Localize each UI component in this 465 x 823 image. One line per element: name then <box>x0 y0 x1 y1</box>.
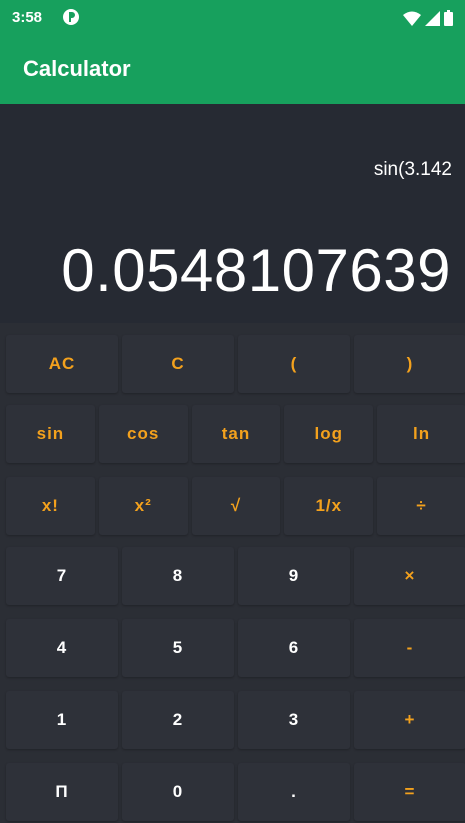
digit-4-button[interactable]: 4 <box>6 619 118 677</box>
digit-7-button[interactable]: 7 <box>6 547 118 605</box>
expression-text: sin(3.142 <box>373 159 452 180</box>
subtract-button[interactable]: - <box>354 619 465 677</box>
keypad-row-456: 4 5 6 - <box>6 619 465 677</box>
keypad: AC C ( ) sin cos tan log ln x! x² √ 1/x … <box>0 323 465 823</box>
calculator-display: sin(3.142 0.0548107639 <box>0 104 465 323</box>
log-button[interactable]: log <box>284 405 374 463</box>
cos-button[interactable]: cos <box>98 405 188 463</box>
notification-app-icon <box>63 9 79 25</box>
keypad-row-123: 1 2 3 + <box>6 691 465 749</box>
all-clear-button[interactable]: AC <box>6 335 118 393</box>
factorial-button[interactable]: x! <box>6 477 95 535</box>
equals-button[interactable]: = <box>354 763 465 821</box>
status-bar: 3:58 <box>0 0 465 36</box>
digit-3-button[interactable]: 3 <box>238 691 350 749</box>
app-bar: 3:58 Calculator <box>0 0 465 104</box>
sqrt-button[interactable]: √ <box>191 477 281 535</box>
add-button[interactable]: + <box>354 691 465 749</box>
multiply-button[interactable]: × <box>354 547 465 605</box>
status-time: 3:58 <box>12 9 43 26</box>
decimal-point-button[interactable]: . <box>238 763 350 821</box>
digit-5-button[interactable]: 5 <box>122 619 234 677</box>
digit-0-button[interactable]: 0 <box>122 763 234 821</box>
cell-signal-icon <box>425 10 440 26</box>
keypad-row-789: 7 8 9 × <box>6 547 465 605</box>
wifi-icon <box>403 11 421 26</box>
clear-button[interactable]: C <box>122 335 234 393</box>
close-paren-button[interactable]: ) <box>354 335 465 393</box>
keypad-row-bottom: Π 0 . = <box>6 763 465 821</box>
tan-button[interactable]: tan <box>191 405 281 463</box>
divide-button[interactable]: ÷ <box>377 477 465 535</box>
digit-9-button[interactable]: 9 <box>238 547 350 605</box>
keypad-row-clear: AC C ( ) <box>6 335 465 393</box>
square-button[interactable]: x² <box>98 477 188 535</box>
digit-2-button[interactable]: 2 <box>122 691 234 749</box>
result-text: 0.0548107639 <box>61 237 451 304</box>
digit-8-button[interactable]: 8 <box>122 547 234 605</box>
keypad-row-functions: x! x² √ 1/x ÷ <box>6 477 465 535</box>
open-paren-button[interactable]: ( <box>238 335 350 393</box>
battery-icon <box>444 10 453 26</box>
keypad-row-trig: sin cos tan log ln <box>6 405 465 463</box>
reciprocal-button[interactable]: 1/x <box>284 477 374 535</box>
sin-button[interactable]: sin <box>6 405 95 463</box>
digit-1-button[interactable]: 1 <box>6 691 118 749</box>
digit-6-button[interactable]: 6 <box>238 619 350 677</box>
app-title: Calculator <box>23 56 131 81</box>
ln-button[interactable]: ln <box>377 405 465 463</box>
pi-button[interactable]: Π <box>6 763 118 821</box>
